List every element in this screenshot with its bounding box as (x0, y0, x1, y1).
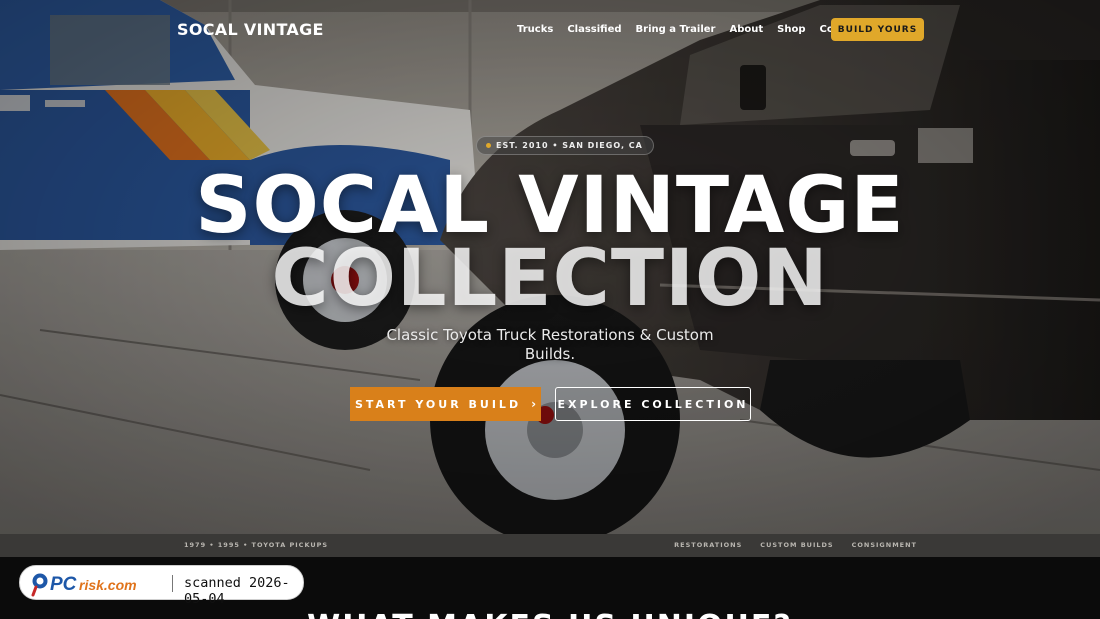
nav-link-shop[interactable]: Shop (777, 24, 805, 35)
brand-logo[interactable]: SOCAL VINTAGE (177, 20, 324, 39)
svg-text:PC: PC (50, 574, 77, 595)
chevron-right-icon: › (531, 397, 537, 411)
build-yours-button[interactable]: BUILD YOURS (831, 18, 924, 41)
info-strip: 1979 • 1995 • TOYOTA PICKUPS RESTORATION… (0, 534, 1100, 557)
strip-item-consignment[interactable]: CONSIGNMENT (852, 541, 917, 549)
hero-title-line-2: COLLECTION (271, 234, 829, 324)
hero-subtitle: Classic Toyota Truck Restorations & Cust… (386, 326, 714, 363)
svg-text:risk.com: risk.com (79, 577, 137, 593)
watermark-separator (172, 575, 173, 592)
scan-watermark: PC risk.com scanned 2026-05-04 (19, 565, 304, 607)
explore-collection-button[interactable]: EXPLORE COLLECTION (555, 387, 751, 421)
strip-item-restorations[interactable]: RESTORATIONS (674, 541, 742, 549)
section-title: WHAT MAKES US UNIQUE? (0, 609, 1100, 619)
strip-years-label: 1979 • 1995 • TOYOTA PICKUPS (184, 541, 329, 549)
nav-link-classified[interactable]: Classified (567, 24, 621, 35)
explore-collection-label: EXPLORE COLLECTION (557, 397, 749, 411)
start-your-build-label: START YOUR BUILD (354, 397, 522, 411)
strip-item-custom-builds[interactable]: CUSTOM BUILDS (760, 541, 833, 549)
established-badge: EST. 2010 • SAN DIEGO, CA (476, 136, 654, 155)
strip-services: RESTORATIONS CUSTOM BUILDS CONSIGNMENT (674, 541, 917, 549)
scan-date-label: scanned 2026-05-04 (184, 575, 290, 607)
pcrisk-logo-icon: PC risk.com (31, 573, 137, 597)
dot-icon (486, 143, 491, 148)
nav-link-trucks[interactable]: Trucks (517, 24, 553, 35)
nav-link-bring-a-trailer[interactable]: Bring a Trailer (636, 24, 716, 35)
hero-title-line-1: SOCAL VINTAGE (195, 161, 905, 251)
top-navigation: SOCAL VINTAGE Trucks Classified Bring a … (0, 0, 1100, 60)
nav-links: Trucks Classified Bring a Trailer About … (517, 24, 877, 35)
nav-link-about[interactable]: About (729, 24, 763, 35)
established-label: EST. 2010 • SAN DIEGO, CA (496, 141, 643, 150)
start-your-build-button[interactable]: START YOUR BUILD › (350, 387, 541, 421)
